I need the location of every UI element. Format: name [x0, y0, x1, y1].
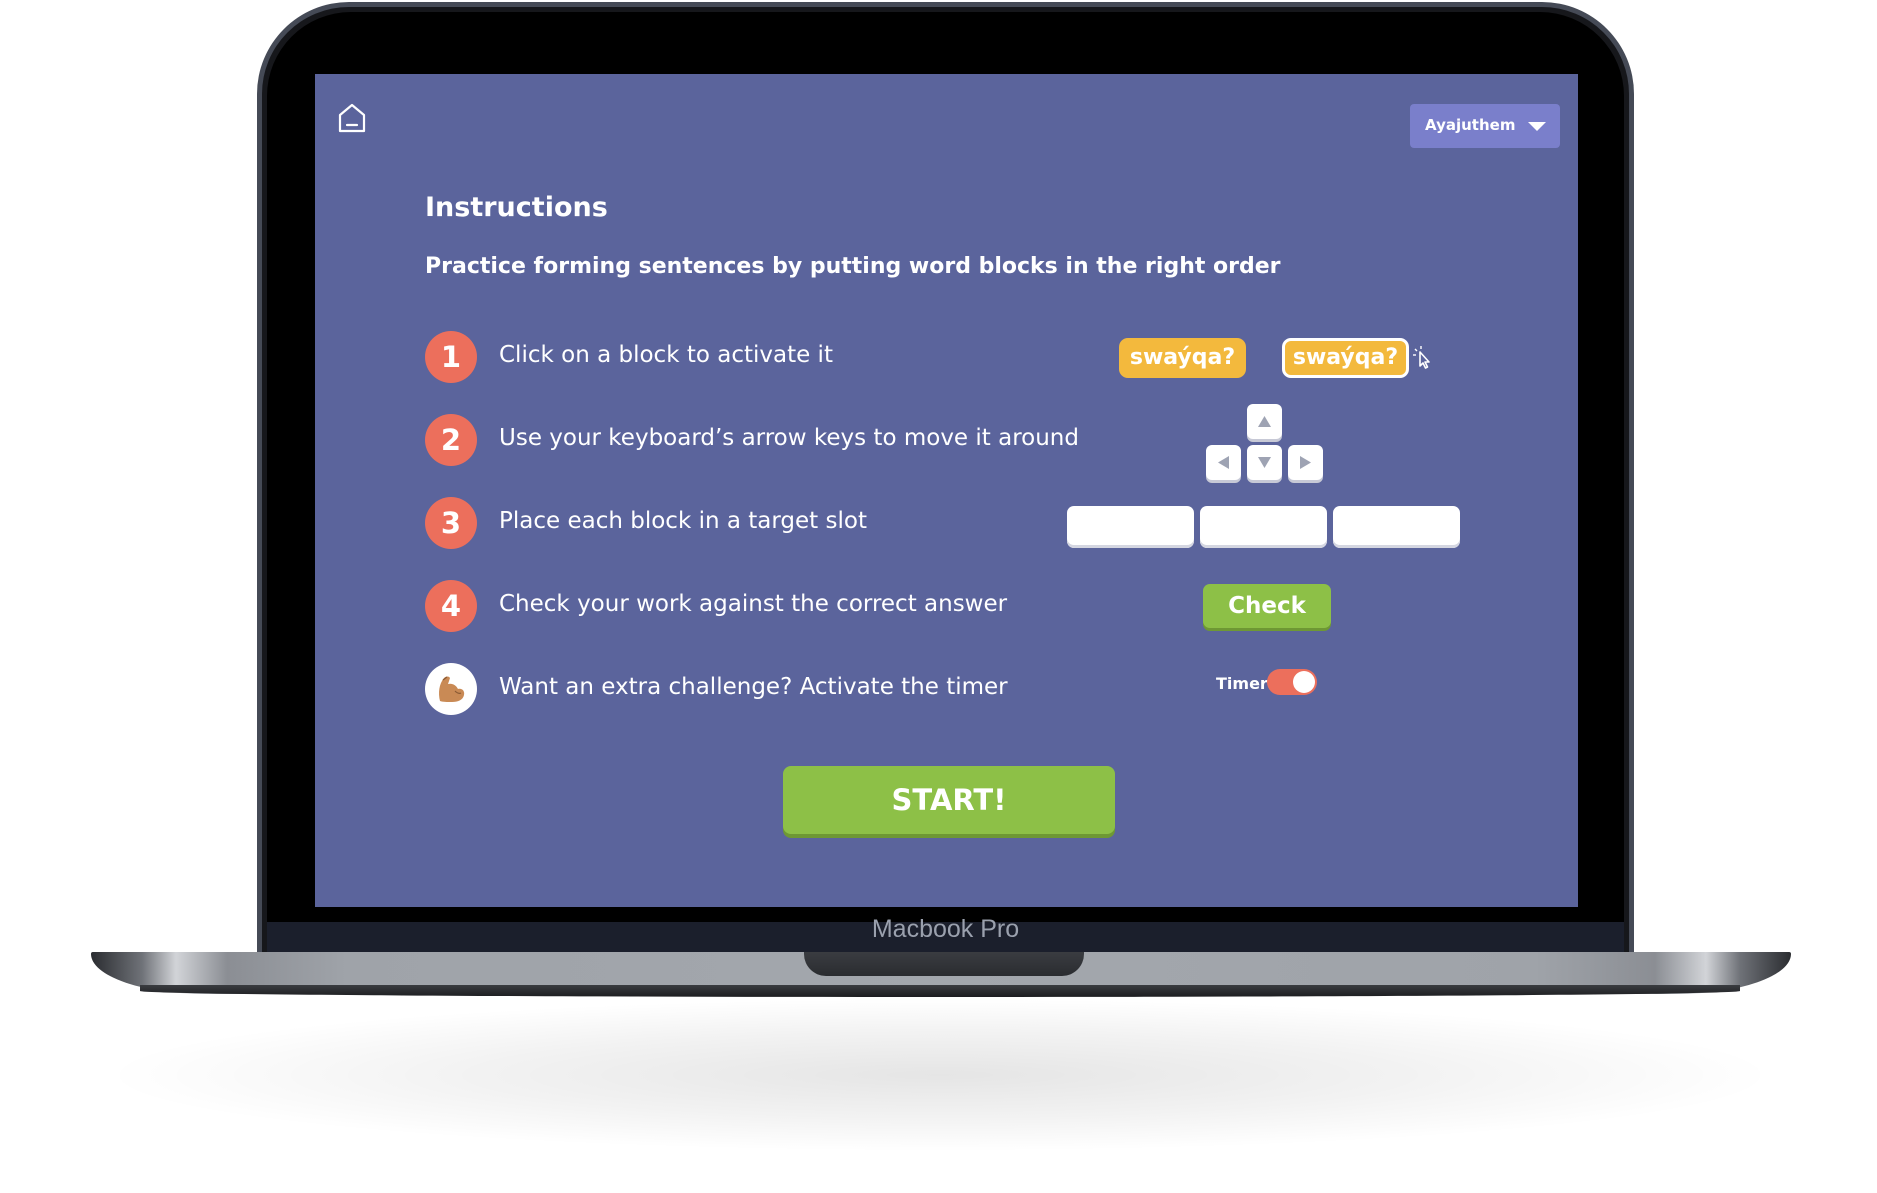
laptop-notch — [804, 952, 1084, 976]
target-slot[interactable] — [1333, 506, 1460, 548]
step-3-badge: 3 — [425, 497, 477, 549]
word-block-active-demo[interactable]: swaýqa? — [1282, 338, 1409, 378]
laptop-shadow — [120, 1000, 1760, 1150]
start-button[interactable]: START! — [783, 766, 1115, 834]
arrow-right-icon — [1300, 456, 1311, 469]
instructions-title: Instructions — [425, 192, 608, 223]
timer-toggle[interactable] — [1267, 669, 1317, 695]
arrow-down-key[interactable] — [1247, 445, 1282, 480]
timer-toggle-knob — [1293, 671, 1315, 693]
target-slot[interactable] — [1200, 506, 1327, 548]
step-4-text: Check your work against the correct answ… — [499, 591, 1008, 617]
arrow-left-key[interactable] — [1206, 445, 1241, 480]
step-2-text: Use your keyboard’s arrow keys to move i… — [499, 425, 1079, 451]
user-name: Ayajuthem — [1425, 116, 1516, 134]
app-screen: Ayajuthem Instructions Practice forming … — [315, 74, 1578, 907]
timer-label: Timer — [1216, 674, 1268, 693]
step-1-badge: 1 — [425, 331, 477, 383]
flexed-biceps-icon — [439, 676, 465, 702]
step-3-text: Place each block in a target slot — [499, 508, 867, 534]
arrow-right-key[interactable] — [1288, 445, 1323, 480]
check-button[interactable]: Check — [1203, 584, 1331, 628]
device-model-label: Macbook Pro — [871, 915, 1020, 943]
user-dropdown[interactable]: Ayajuthem — [1410, 104, 1560, 148]
step-2-badge: 2 — [425, 414, 477, 466]
step-1-text: Click on a block to activate it — [499, 342, 833, 368]
target-slot[interactable] — [1067, 506, 1194, 548]
home-button[interactable] — [337, 102, 367, 134]
laptop-base-bottom — [140, 985, 1740, 997]
click-cursor-icon — [1413, 346, 1430, 369]
challenge-badge — [425, 663, 477, 715]
arrow-up-icon — [1258, 416, 1271, 427]
home-icon — [338, 103, 366, 133]
arrow-left-icon — [1218, 456, 1229, 469]
word-block-demo[interactable]: swaýqa? — [1119, 338, 1246, 378]
instructions-subtitle: Practice forming sentences by putting wo… — [425, 254, 1281, 279]
arrow-up-key[interactable] — [1247, 404, 1282, 439]
arrow-down-icon — [1258, 457, 1271, 468]
step-4-badge: 4 — [425, 580, 477, 632]
challenge-text: Want an extra challenge? Activate the ti… — [499, 674, 1008, 700]
chevron-down-icon — [1528, 122, 1546, 131]
